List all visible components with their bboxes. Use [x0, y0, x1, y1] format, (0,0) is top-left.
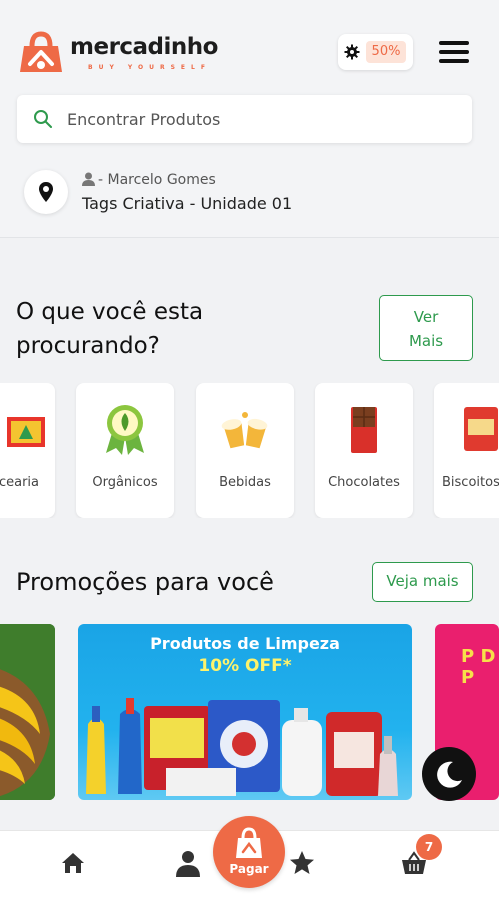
category-card-bebidas[interactable]: Bebidas	[196, 383, 294, 518]
promo-banner-title: Produtos de Limpeza	[150, 634, 340, 653]
category-label: Bebidas	[219, 475, 271, 490]
home-icon[interactable]	[59, 849, 87, 877]
promo-banner-cleaning[interactable]: Produtos de Limpeza 10% OFF*	[78, 624, 412, 800]
brand-logo[interactable]: mercadinho BUY YOURSELF	[16, 28, 226, 78]
biscuit-pack-icon	[464, 407, 498, 451]
level-percent: 50%	[366, 41, 406, 63]
see-more-line2: Mais	[408, 332, 444, 350]
location-user: - Marcelo Gomes	[82, 172, 216, 188]
category-card-biscoitos[interactable]: Biscoitos	[434, 383, 499, 518]
favorites-star-icon[interactable]	[288, 849, 316, 877]
see-more-promos-button[interactable]: Veja mais	[372, 562, 473, 602]
search-icon	[34, 110, 52, 128]
location-user-name: - Marcelo Gomes	[98, 172, 216, 188]
pay-button[interactable]: Pagar	[213, 816, 285, 888]
location-store[interactable]: Tags Criativa - Unidade 01	[82, 194, 292, 213]
dark-mode-toggle[interactable]	[422, 747, 476, 801]
moon-icon	[437, 761, 462, 788]
search-input[interactable]	[67, 95, 457, 143]
promo-banner-discount: 10% OFF*	[198, 656, 292, 676]
category-card-organicos[interactable]: Orgânicos	[76, 383, 174, 518]
chocolate-bar-icon	[351, 407, 377, 453]
category-card-chocolates[interactable]: Chocolates	[315, 383, 413, 518]
category-label: Mercearia	[0, 475, 39, 490]
user-icon	[82, 172, 95, 186]
location-button[interactable]	[24, 170, 68, 214]
level-badge[interactable]: 50%	[338, 34, 413, 70]
promo-banner-fruits[interactable]	[0, 624, 55, 800]
category-card-mercearia[interactable]: Mercearia	[0, 383, 55, 518]
category-label: Orgânicos	[92, 475, 158, 490]
search-bar[interactable]	[17, 95, 472, 143]
see-more-categories-button[interactable]: Ver Mais	[379, 295, 473, 361]
promo-next-letters: P D P	[461, 646, 496, 688]
categories-title: O que você esta procurando?	[16, 295, 203, 363]
banana-basket-image	[0, 624, 55, 800]
beer-mugs-icon	[221, 412, 268, 449]
map-pin-icon	[39, 182, 53, 202]
hamburger-menu-icon[interactable]	[437, 38, 471, 66]
cart-count-badge: 7	[416, 834, 442, 860]
category-label: Chocolates	[328, 475, 400, 490]
category-label: Biscoitos	[442, 475, 499, 490]
brand-tagline: BUY YOURSELF	[88, 64, 211, 71]
categories-title-line2: procurando?	[16, 333, 160, 359]
cleaning-products-image	[86, 698, 398, 796]
see-more-line1: Ver	[413, 308, 439, 326]
brand-name: mercadinho	[70, 34, 218, 60]
promos-title: Promoções para você	[16, 568, 274, 596]
categories-title-line1: O que você esta	[16, 299, 204, 325]
app-header: mercadinho BUY YOURSELF 50% Encontrar Pr…	[0, 0, 499, 238]
pay-label: Pagar	[229, 862, 269, 876]
grocery-box-icon	[7, 417, 45, 447]
profile-icon[interactable]	[174, 849, 202, 877]
gear-badge-icon	[344, 44, 360, 60]
shopping-bag-icon	[236, 827, 262, 858]
organic-badge-icon	[106, 405, 144, 455]
categories-carousel[interactable]: Mercearia Orgânicos Bebidas Chocolates	[0, 383, 499, 518]
shopping-bag-logo-icon	[20, 31, 62, 72]
